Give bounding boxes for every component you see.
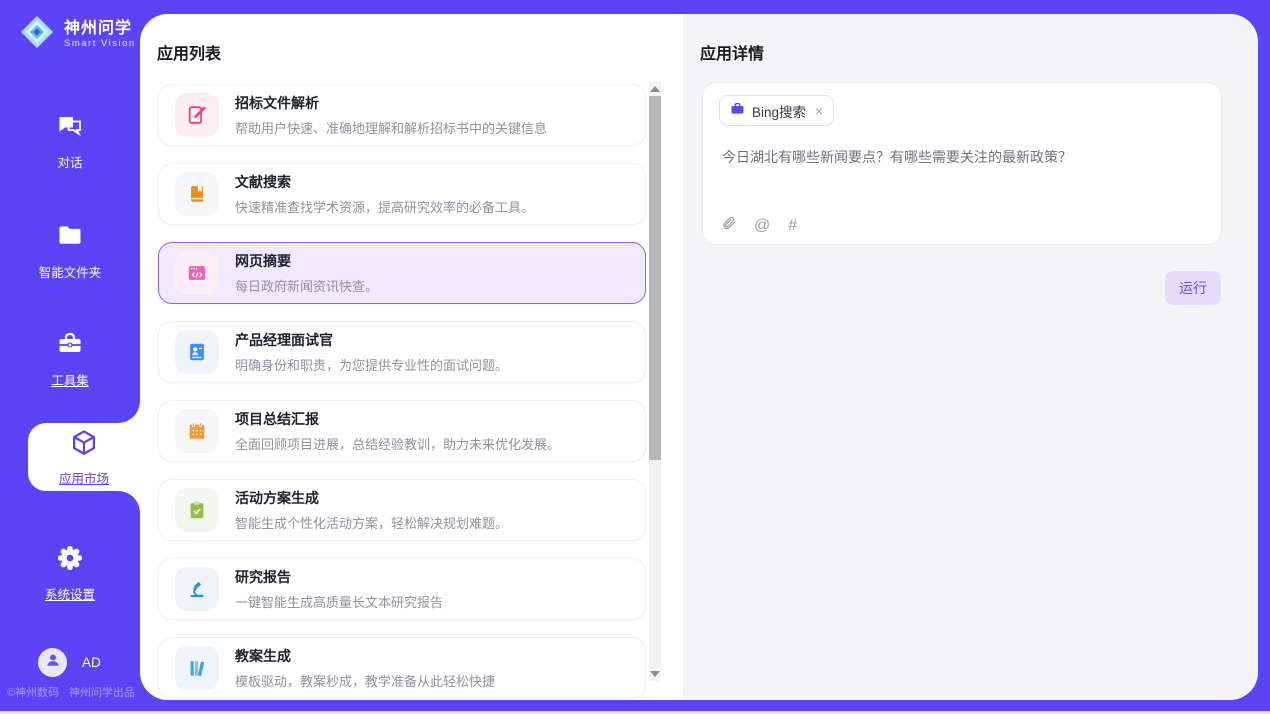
app-card-title: 研究报告	[235, 567, 443, 587]
app-card-lesson-plan[interactable]: 教案生成 模板驱动，教案秒成，教学准备从此轻松快捷	[158, 637, 646, 699]
app-card-description: 全面回顾项目进展，总结经验教训，助力未来优化发展。	[235, 434, 560, 453]
app-card-title: 项目总结汇报	[235, 409, 560, 429]
webpage-code-icon	[175, 251, 219, 295]
scroll-up-arrow[interactable]	[650, 86, 660, 92]
app-card-literature-search[interactable]: 文献搜索 快速精准查找学术资源，提高研究效率的必备工具。	[158, 163, 646, 225]
sidebar-item-settings[interactable]: 系统设置	[0, 544, 140, 603]
brand-name: 神州问学	[64, 20, 136, 38]
app-card-research-report[interactable]: 研究报告 一键智能生成高质量长文本研究报告	[158, 558, 646, 620]
app-card-title: 文献搜索	[235, 172, 534, 192]
brand-tagline: Smart Vision	[64, 38, 136, 49]
sidebar-item-label: 应用市场	[59, 468, 109, 487]
resume-person-icon	[175, 330, 219, 374]
scrollbar[interactable]	[649, 82, 661, 681]
person-avatar-icon	[43, 650, 63, 675]
sidebar-item-label: 智能文件夹	[39, 262, 102, 281]
sidebar: 神州问学 Smart Vision 对话 智能文件夹	[0, 0, 140, 711]
scroll-down-arrow[interactable]	[650, 671, 660, 677]
briefcase-icon	[730, 101, 745, 121]
app-card-bid-analysis[interactable]: 招标文件解析 帮助用户快速、准确地理解和解析招标书中的关键信息	[158, 84, 646, 146]
book-icon	[175, 172, 219, 216]
app-card-project-summary[interactable]: 项目总结汇报 全面回顾项目进展，总结经验教训，助力未来优化发展。	[158, 400, 646, 462]
notepad-icon	[175, 409, 219, 453]
sidebar-item-toolset[interactable]: 工具集	[0, 330, 140, 389]
sidebar-item-chat[interactable]: 对话	[0, 112, 140, 171]
paperclip-icon[interactable]	[721, 215, 736, 236]
app-card-description: 快速精准查找学术资源，提高研究效率的必备工具。	[235, 197, 534, 216]
prompt-card: Bing搜索 × 今日湖北有哪些新闻要点？有哪些需要关注的最新政策？ @ #	[702, 82, 1222, 245]
tool-chip-bing-search[interactable]: Bing搜索 ×	[719, 95, 834, 126]
sidebar-item-label: 系统设置	[45, 584, 95, 603]
app-card-description: 帮助用户快速、准确地理解和解析招标书中的关键信息	[235, 118, 547, 137]
tab-curve-bottom	[118, 491, 140, 513]
tool-chip-label: Bing搜索	[752, 101, 806, 121]
app-card-description: 明确身份和职责，为您提供专业性的面试问题。	[235, 355, 508, 374]
app-list-panel: 应用列表 招标文件解析 帮助用户快速、准确地理解和解析招标书中的关键信息	[140, 14, 683, 700]
sidebar-item-label: 工具集	[51, 370, 89, 389]
app-card-description: 智能生成个性化活动方案，轻松解决规划难题。	[235, 513, 508, 532]
app-card-description: 模板驱动，教案秒成，教学准备从此轻松快捷	[235, 671, 495, 690]
brand-logo: 神州问学 Smart Vision	[18, 13, 136, 56]
app-list-title: 应用列表	[157, 40, 221, 64]
app-card-title: 活动方案生成	[235, 488, 508, 508]
toolbox-icon	[56, 330, 84, 363]
microscope-icon	[175, 567, 219, 611]
app-card-description: 每日政府新闻资讯快查。	[235, 276, 378, 295]
at-icon[interactable]: @	[754, 218, 770, 234]
app-detail-title: 应用详情	[700, 40, 764, 64]
document-edit-icon	[175, 93, 219, 137]
run-button[interactable]: 运行	[1165, 271, 1221, 305]
main-content: 应用列表 招标文件解析 帮助用户快速、准确地理解和解析招标书中的关键信息	[140, 14, 1258, 700]
scroll-thumb[interactable]	[649, 96, 661, 460]
books-icon	[175, 646, 219, 690]
sidebar-item-smart-folder[interactable]: 智能文件夹	[0, 222, 140, 281]
app-card-title: 网页摘要	[235, 251, 378, 271]
app-card-pm-interviewer[interactable]: 产品经理面试官 明确身份和职责，为您提供专业性的面试问题。	[158, 321, 646, 383]
app-card-webpage-summary[interactable]: 网页摘要 每日政府新闻资讯快查。	[158, 242, 646, 304]
close-icon[interactable]: ×	[815, 103, 823, 119]
cube-icon	[69, 428, 99, 463]
tab-curve-top	[118, 401, 140, 423]
folder-icon	[56, 222, 84, 255]
diamond-logo-icon	[18, 13, 56, 56]
prompt-input[interactable]: 今日湖北有哪些新闻要点？有哪些需要关注的最新政策？	[722, 147, 1205, 167]
app-window: 神州问学 Smart Vision 对话 智能文件夹	[0, 0, 1270, 711]
app-card-description: 一键智能生成高质量长文本研究报告	[235, 592, 443, 611]
chat-icon	[56, 112, 84, 145]
sidebar-item-app-market[interactable]: 应用市场	[28, 423, 140, 491]
gear-icon	[56, 544, 84, 577]
user-initials: AD	[82, 655, 101, 670]
app-card-event-plan[interactable]: 活动方案生成 智能生成个性化活动方案，轻松解决规划难题。	[158, 479, 646, 541]
user-profile[interactable]: AD	[38, 648, 101, 677]
app-card-list: 招标文件解析 帮助用户快速、准确地理解和解析招标书中的关键信息 文献搜索	[158, 84, 646, 699]
clipboard-check-icon	[175, 488, 219, 532]
app-card-title: 教案生成	[235, 646, 495, 666]
copyright-text: ©神州数码 · 神州问学出品	[7, 684, 135, 700]
hash-icon[interactable]: #	[788, 218, 797, 234]
avatar	[38, 648, 67, 677]
prompt-toolbar: @ #	[721, 215, 797, 236]
sidebar-item-label: 对话	[57, 152, 82, 171]
app-detail-panel: 应用详情 Bing搜索 × 今日湖北有哪些新闻要点？有哪些需要关注的最新政策？	[683, 14, 1258, 700]
app-card-title: 招标文件解析	[235, 93, 547, 113]
app-card-title: 产品经理面试官	[235, 330, 508, 350]
